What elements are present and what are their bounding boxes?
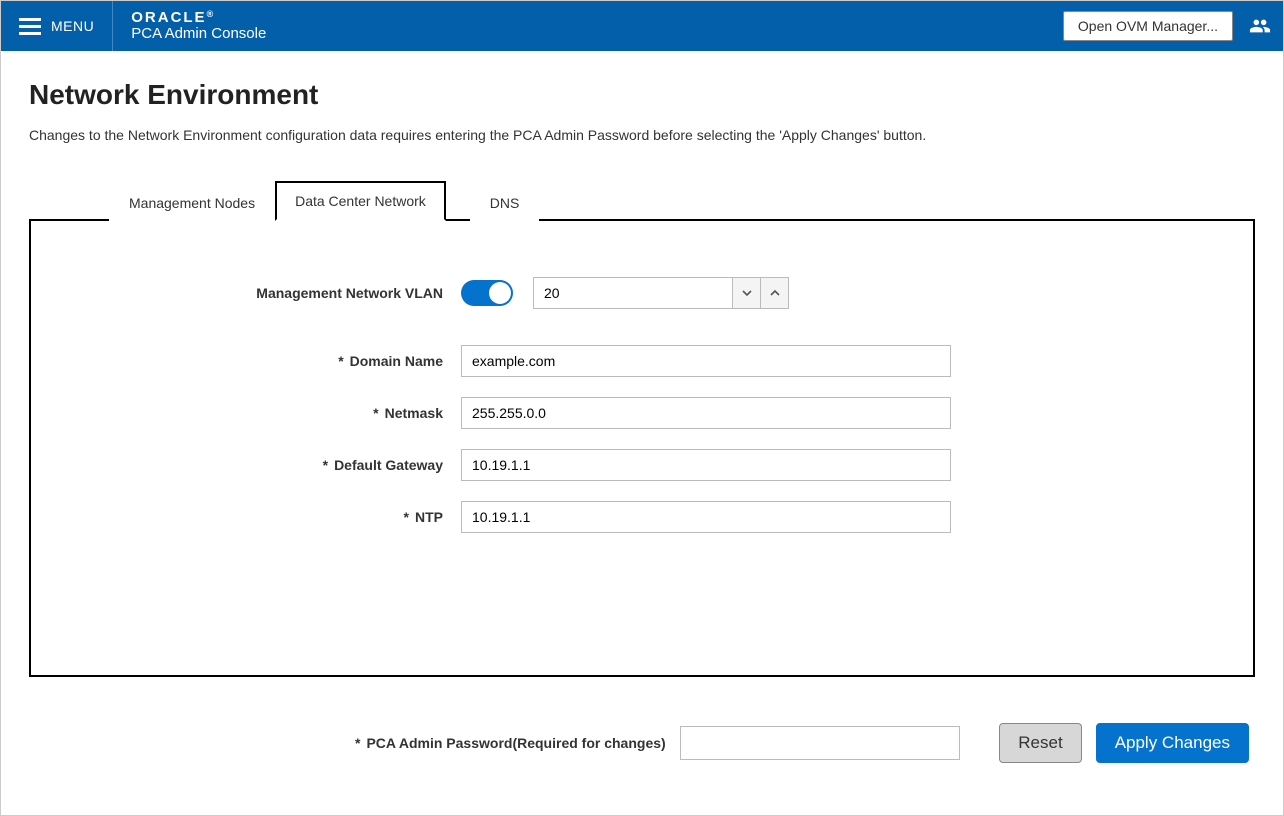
required-marker: * <box>404 509 409 525</box>
label-domain-name: Domain Name <box>350 353 443 369</box>
ntp-input[interactable] <box>461 501 951 533</box>
brand-sub: PCA Admin Console <box>131 26 266 43</box>
brand: ORACLE® PCA Admin Console <box>113 10 266 43</box>
netmask-input[interactable] <box>461 397 951 429</box>
vlan-input[interactable] <box>533 277 733 309</box>
footer-row: * PCA Admin Password(Required for change… <box>29 723 1255 763</box>
brand-top: ORACLE <box>131 9 206 26</box>
reset-button[interactable]: Reset <box>999 723 1081 763</box>
page-title: Network Environment <box>29 79 1255 111</box>
apply-changes-button[interactable]: Apply Changes <box>1096 723 1249 763</box>
label-management-network-vlan: Management Network VLAN <box>71 285 461 301</box>
vlan-decrement-button[interactable] <box>733 277 761 309</box>
page-description: Changes to the Network Environment confi… <box>29 127 1255 143</box>
tab-panel: Management Network VLAN * Domain Name <box>29 219 1255 677</box>
label-admin-password: PCA Admin Password(Required for changes) <box>366 735 665 751</box>
label-netmask: Netmask <box>385 405 443 421</box>
default-gateway-input[interactable] <box>461 449 951 481</box>
open-ovm-manager-button[interactable]: Open OVM Manager... <box>1063 11 1233 41</box>
required-marker: * <box>323 457 328 473</box>
required-marker: * <box>338 353 343 369</box>
tab-dns[interactable]: DNS <box>470 183 540 221</box>
vlan-increment-button[interactable] <box>761 277 789 309</box>
tabs: Management Nodes Data Center Network DNS <box>109 181 1255 219</box>
vlan-toggle[interactable] <box>461 280 513 306</box>
menu-button[interactable]: MENU <box>13 1 113 51</box>
tab-data-center-network[interactable]: Data Center Network <box>275 181 446 221</box>
tab-management-nodes[interactable]: Management Nodes <box>109 183 275 221</box>
label-ntp: NTP <box>415 509 443 525</box>
users-icon[interactable] <box>1249 15 1271 37</box>
top-bar: MENU ORACLE® PCA Admin Console Open OVM … <box>1 1 1283 51</box>
admin-password-input[interactable] <box>680 726 960 760</box>
hamburger-icon <box>19 18 41 35</box>
domain-name-input[interactable] <box>461 345 951 377</box>
label-default-gateway: Default Gateway <box>334 457 443 473</box>
required-marker: * <box>373 405 378 421</box>
menu-label: MENU <box>51 18 94 34</box>
required-marker: * <box>355 735 360 751</box>
